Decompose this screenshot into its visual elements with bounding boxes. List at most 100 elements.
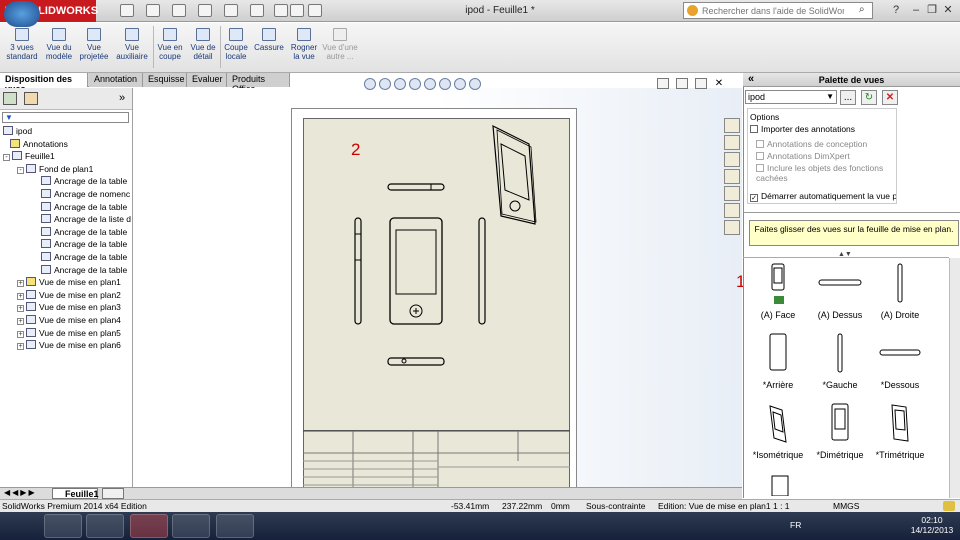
broken-out-section-button[interactable]: Coupe locale (222, 28, 250, 61)
tab-view-layout[interactable]: Disposition des vues (0, 73, 88, 94)
include-hidden-checkbox[interactable]: Inclure les objets des fonctions cachées (756, 163, 886, 183)
sheet-tab-feuille1[interactable]: Feuille1 (52, 488, 99, 499)
expand-icon[interactable]: + (17, 317, 24, 325)
print-icon[interactable] (198, 4, 212, 17)
tab-sketch[interactable]: Esquisse (143, 73, 187, 87)
open-folder-icon[interactable] (146, 4, 160, 17)
tree-node[interactable]: Ancrage de la table (3, 201, 132, 215)
auto-start-checkbox[interactable]: ✓ Démarrer automatiquement la vue pr (750, 191, 896, 202)
help-search-input[interactable] (684, 3, 844, 18)
chrome-taskbar-icon[interactable] (86, 514, 124, 538)
projected-view-button[interactable]: Vue projetée (77, 28, 111, 61)
clock[interactable]: 02:10 14/12/2013 (910, 515, 954, 535)
expand-icon[interactable]: + (17, 280, 24, 288)
model-view-button[interactable]: Vue du modèle (42, 28, 76, 61)
viewport-icon[interactable] (657, 78, 669, 89)
file-explorer-icon[interactable] (724, 169, 740, 184)
auxiliary-view-button[interactable]: Vue auxiliaire (113, 28, 151, 61)
add-sheet-icon[interactable] (102, 488, 124, 499)
sheet-nav-arrows[interactable]: ◀◀▶▶ (4, 488, 37, 497)
tree-node[interactable]: + Vue de mise en plan3 (3, 302, 132, 315)
custom-properties-icon[interactable] (724, 220, 740, 235)
design-library-icon[interactable] (724, 152, 740, 167)
tab-annotation[interactable]: Annotation (89, 73, 143, 87)
undo-icon[interactable] (224, 4, 238, 17)
palette-view-isometric[interactable]: *Isométrique (748, 402, 808, 460)
front-view[interactable] (389, 217, 443, 325)
break-button[interactable]: Cassure (252, 28, 286, 52)
zoom-area-icon[interactable] (379, 78, 391, 90)
select-arrow-icon[interactable] (250, 4, 264, 17)
close-icon[interactable]: ✕ (940, 2, 956, 18)
tree-node[interactable]: - Feuille1 (3, 151, 132, 164)
hide-show-icon[interactable] (439, 78, 451, 90)
close-viewport-icon[interactable]: ✕ (713, 78, 725, 89)
design-annotations-checkbox[interactable]: Annotations de conception (756, 139, 867, 149)
alternate-position-view-button[interactable]: Vue d'une autre ... (322, 28, 358, 61)
palette-view-right[interactable]: (A) Droite (870, 262, 930, 320)
zoom-to-fit-icon[interactable] (364, 78, 376, 90)
tree-node[interactable]: Ancrage de la table (3, 226, 132, 240)
restore-icon[interactable]: ❐ (924, 2, 940, 18)
tree-node[interactable]: + Vue de mise en plan6 (3, 340, 132, 353)
tree-node[interactable]: + Vue de mise en plan2 (3, 289, 132, 303)
appearance-icon[interactable] (454, 78, 466, 90)
detail-view-button[interactable]: Vue de détail (188, 28, 218, 61)
palette-view-front[interactable]: (A) Face (748, 262, 808, 320)
tree-node[interactable]: Ancrage de la table (3, 176, 132, 189)
tree-node[interactable]: + Vue de mise en plan5 (3, 327, 132, 341)
expand-icon[interactable]: + (17, 305, 24, 313)
tree-node[interactable]: + Vue de mise en plan4 (3, 314, 132, 328)
maximize-viewport-icon[interactable] (695, 78, 707, 89)
dimxpert-annotations-checkbox[interactable]: Annotations DimXpert (756, 151, 850, 161)
right-view[interactable] (478, 217, 486, 325)
palette-view-dimetric[interactable]: *Dimétrique (810, 402, 870, 460)
crop-view-button[interactable]: Rogner la vue (288, 28, 320, 61)
palette-view-top[interactable]: (A) Dessus (810, 262, 870, 320)
palette-view-trimetric[interactable]: *Trimétrique (870, 402, 930, 460)
rebuild-status-icon[interactable] (943, 501, 955, 511)
solidworks-taskbar-icon[interactable] (130, 514, 168, 538)
tree-node[interactable]: Ancrage de la liste d (3, 214, 132, 227)
collapse-panel-icon[interactable]: « (748, 73, 754, 85)
ie-taskbar-icon[interactable] (44, 514, 82, 538)
expand-icon[interactable]: + (17, 343, 24, 351)
collapse-icon[interactable]: - (17, 166, 24, 174)
rebuild-icon[interactable] (274, 4, 288, 17)
explorer-taskbar-icon[interactable] (216, 514, 254, 538)
options-icon[interactable] (308, 4, 322, 17)
palette-view-left[interactable]: *Gauche (810, 332, 870, 390)
expand-icon[interactable]: + (17, 292, 24, 300)
bottom-view[interactable] (387, 357, 445, 366)
isometric-view[interactable] (492, 124, 537, 225)
minimize-icon[interactable]: ‒ (908, 2, 924, 18)
tree-node[interactable]: Annotations (3, 138, 132, 152)
home-icon[interactable] (724, 135, 740, 150)
paint-taskbar-icon[interactable] (172, 514, 210, 538)
display-style-icon[interactable] (424, 78, 436, 90)
tab-evaluate[interactable]: Evaluer (187, 73, 227, 87)
save-icon[interactable] (172, 4, 186, 17)
left-view[interactable] (354, 217, 362, 325)
standard-3-views-button[interactable]: 3 vues standard (2, 28, 42, 61)
top-view[interactable] (387, 183, 445, 191)
chevron-right-icon[interactable]: » (119, 92, 125, 104)
palette-view-extra[interactable] (769, 474, 791, 497)
tree-node[interactable]: Ancrage de la table (3, 239, 132, 252)
language-indicator[interactable]: FR (790, 520, 801, 530)
help-dropdown-icon[interactable]: ? (888, 2, 904, 18)
restore-viewport-icon[interactable] (676, 78, 688, 89)
solidworks-resources-icon[interactable] (724, 118, 740, 133)
file-properties-icon[interactable] (290, 4, 304, 17)
property-manager-icon[interactable] (24, 92, 38, 105)
palette-view-back[interactable]: *Arrière (748, 332, 808, 390)
document-select[interactable]: ipod ▼ (745, 90, 837, 104)
section-view-button[interactable]: Vue en coupe (155, 28, 185, 61)
tree-filter-field[interactable]: ▼ (2, 112, 129, 123)
scene-icon[interactable] (469, 78, 481, 90)
search-icon[interactable]: ⌕ (859, 4, 865, 15)
view-palette-icon[interactable] (724, 186, 740, 201)
section-icon[interactable] (409, 78, 421, 90)
clear-icon[interactable]: ✕ (882, 90, 898, 105)
browse-button[interactable]: ... (840, 90, 856, 105)
